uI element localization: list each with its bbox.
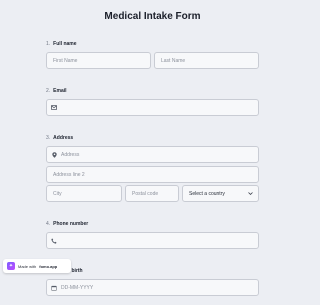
city-input[interactable]: City <box>46 185 122 202</box>
question-text: Full name <box>53 41 77 47</box>
question-number: 2. <box>46 88 51 94</box>
envelope-icon <box>51 105 57 111</box>
country-select[interactable]: Select a country <box>182 185 259 202</box>
email-input[interactable] <box>46 99 259 116</box>
date-placeholder: DD-MM-YYYY <box>61 284 94 291</box>
question-label-full-name: 1. Full name <box>46 41 77 47</box>
question-label-address: 3. Address <box>46 135 73 141</box>
first-name-input[interactable]: First Name <box>46 52 151 69</box>
question-text: Email <box>53 88 67 94</box>
last-name-input[interactable]: Last Name <box>154 52 259 69</box>
address-placeholder: Address <box>61 151 80 158</box>
country-select-value: Select a country <box>189 190 225 197</box>
calendar-icon <box>51 285 57 291</box>
chevron-down-icon <box>248 191 253 197</box>
date-of-birth-input[interactable]: DD-MM-YYYY <box>46 279 259 296</box>
fomo-logo-icon: ✦ <box>7 262 15 270</box>
address-line-2-placeholder: Address line 2 <box>53 171 85 178</box>
question-label-phone: 4. Phone number <box>46 221 88 227</box>
phone-icon <box>51 237 57 244</box>
question-number: 1. <box>46 41 51 47</box>
last-name-placeholder: Last Name <box>161 57 186 64</box>
postal-code-placeholder: Postal code <box>132 190 159 197</box>
badge-prefix: Made with <box>18 263 37 269</box>
made-with-badge[interactable]: ✦ Made with fomo.app <box>3 259 71 273</box>
question-number: 4. <box>46 221 51 227</box>
question-text: Address <box>53 135 74 141</box>
badge-brand: fomo.app <box>39 263 58 269</box>
question-text: Phone number <box>53 221 89 227</box>
form-title: Medical Intake Form <box>104 11 201 22</box>
city-placeholder: City <box>53 190 62 197</box>
address-input[interactable]: Address <box>46 146 259 163</box>
postal-code-input[interactable]: Postal code <box>125 185 179 202</box>
question-label-email: 2. Email <box>46 88 67 94</box>
phone-input[interactable] <box>46 232 259 249</box>
question-number: 3. <box>46 135 51 141</box>
address-line-2-input[interactable]: Address line 2 <box>46 166 259 183</box>
first-name-placeholder: First Name <box>53 57 78 64</box>
location-pin-icon <box>51 151 57 158</box>
